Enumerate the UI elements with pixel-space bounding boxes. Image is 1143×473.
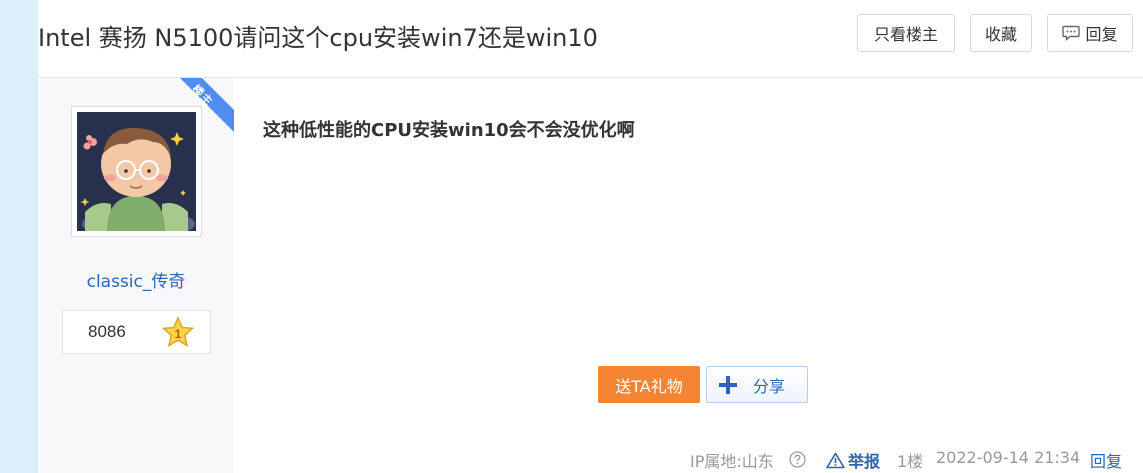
post-time: 2022-09-14 21:34	[936, 448, 1081, 467]
author-sidebar: classic_传奇 8086 1	[38, 79, 234, 473]
level-name: 8086	[88, 322, 126, 341]
favorite-label: 收藏	[984, 25, 1017, 44]
send-gift-label: 送TA礼物	[615, 376, 683, 396]
favorite-button[interactable]: 收藏	[970, 14, 1032, 52]
level-number: 1	[175, 327, 182, 341]
post-content: 这种低性能的CPU安装win10会不会没优化啊	[263, 120, 635, 141]
avatar-image	[77, 112, 196, 231]
reply-button[interactable]: 回复	[1047, 14, 1133, 52]
post-reply-link[interactable]: 回复	[1090, 448, 1122, 471]
report-label: 举报	[848, 452, 881, 471]
ip-location: IP属地:山东	[690, 452, 774, 471]
reply-label: 回复	[1085, 25, 1118, 44]
send-gift-button[interactable]: 送TA礼物	[598, 366, 700, 403]
floor-number: 1楼	[897, 452, 924, 471]
share-label: 分享	[753, 376, 786, 396]
thread-title: Intel 赛扬 N5100请问这个cpu安装win7还是win10	[38, 24, 598, 52]
warning-icon	[826, 452, 845, 468]
only-louzhu-button[interactable]: 只看楼主	[857, 14, 955, 52]
share-button[interactable]: 分享	[706, 366, 808, 403]
only-louzhu-label: 只看楼主	[873, 25, 938, 44]
comment-icon	[1062, 25, 1081, 41]
username-link[interactable]: classic_传奇	[38, 267, 234, 292]
level-star-icon: 1	[161, 316, 195, 348]
plus-icon	[719, 375, 737, 394]
report-button[interactable]: 举报	[826, 448, 880, 472]
help-circle-icon[interactable]	[789, 451, 806, 468]
left-background-strip	[0, 0, 38, 473]
thread-header: Intel 赛扬 N5100请问这个cpu安装win7还是win10 只看楼主 …	[38, 0, 1143, 78]
user-level-badge[interactable]: 8086 1	[62, 310, 211, 354]
